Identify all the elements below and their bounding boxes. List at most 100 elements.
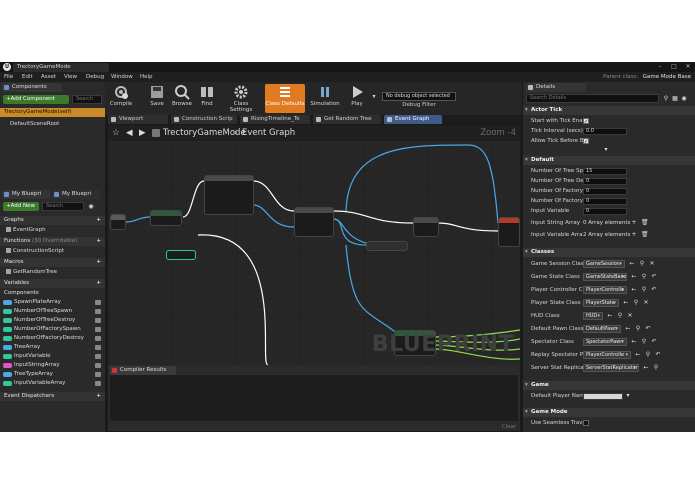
class-combo[interactable]: PlayerState xyxy=(583,299,619,307)
parent-class-value[interactable]: Game Mode Base xyxy=(643,74,691,80)
browse-arrow-icon[interactable]: ← xyxy=(623,300,629,306)
find-button[interactable]: Find xyxy=(197,84,217,113)
macro-item[interactable]: GetRandomTree xyxy=(0,268,105,277)
variable-item[interactable]: InputStringArray xyxy=(0,361,105,370)
component-root-item[interactable]: TrectoryGameMode(self) xyxy=(0,108,105,117)
reset-icon[interactable]: ↶ xyxy=(655,352,661,358)
search-icon[interactable]: ⚲ xyxy=(641,287,647,293)
compiler-results-tab[interactable]: Compiler Results xyxy=(110,366,176,375)
add-element-icon[interactable]: + xyxy=(631,232,637,238)
clear-icon[interactable]: ✕ xyxy=(643,300,649,306)
class-combo[interactable]: ServerStatReplicator xyxy=(583,364,639,372)
event-graph-item[interactable]: EventGraph xyxy=(0,226,105,235)
browse-arrow-icon[interactable]: ← xyxy=(631,287,637,293)
play-options-icon[interactable]: ▾ xyxy=(371,94,377,100)
menu-help[interactable]: Help xyxy=(140,73,153,81)
functions-section[interactable]: Functions (30 Overridable) + xyxy=(0,237,105,246)
document-tab[interactable]: TrectoryGameMode xyxy=(13,63,109,72)
add-function-icon[interactable]: + xyxy=(96,237,101,246)
graph-node[interactable] xyxy=(366,241,408,251)
components-tab[interactable]: Components xyxy=(2,83,62,92)
visibility-icon[interactable] xyxy=(95,363,101,368)
tab-rising-timeline[interactable]: RisingTimeline_Te xyxy=(240,115,310,124)
class-combo[interactable]: GameSession xyxy=(583,260,625,268)
class-settings-button[interactable]: Class Settings xyxy=(222,84,260,113)
default-category[interactable]: Default xyxy=(523,156,695,165)
components-subsection[interactable]: Components xyxy=(0,289,105,298)
variable-item[interactable]: InputVariable xyxy=(0,352,105,361)
close-icon[interactable]: ✕ xyxy=(681,62,695,72)
property-input[interactable]: 0 xyxy=(583,208,627,215)
simulation-button[interactable]: Simulation xyxy=(310,84,340,113)
variables-section[interactable]: Variables + xyxy=(0,279,105,288)
class-combo[interactable]: SpectatorPawn xyxy=(583,338,627,346)
visibility-icon[interactable] xyxy=(95,381,101,386)
add-graph-icon[interactable]: + xyxy=(96,216,101,225)
search-icon[interactable]: ⚲ xyxy=(639,261,645,267)
menu-asset[interactable]: Asset xyxy=(41,73,56,81)
compile-button[interactable]: Compile xyxy=(109,84,133,113)
macros-section[interactable]: Macros + xyxy=(0,258,105,267)
search-icon[interactable]: ⚲ xyxy=(633,300,639,306)
class-defaults-button[interactable]: Class Defaults xyxy=(265,84,305,113)
search-icon[interactable]: ⚲ xyxy=(663,96,669,102)
search-icon[interactable]: ⚲ xyxy=(641,274,647,280)
graph-node[interactable] xyxy=(150,210,182,226)
trash-icon[interactable]: 🗑 xyxy=(641,232,649,238)
clear-icon[interactable]: ✕ xyxy=(627,313,633,319)
menu-edit[interactable]: Edit xyxy=(22,73,33,81)
add-variable-icon[interactable]: + xyxy=(96,279,101,288)
visibility-icon[interactable] xyxy=(95,354,101,359)
reset-icon[interactable]: ↶ xyxy=(651,287,657,293)
reset-icon[interactable]: ↶ xyxy=(645,326,651,332)
my-blueprint-tab-2[interactable]: My Bluepri xyxy=(52,190,100,199)
add-element-icon[interactable]: + xyxy=(631,220,637,226)
clear-icon[interactable]: ✕ xyxy=(649,261,655,267)
minimize-icon[interactable]: – xyxy=(653,62,667,72)
actor-tick-category[interactable]: Actor Tick xyxy=(523,106,695,115)
variable-item[interactable]: TreeArray xyxy=(0,343,105,352)
use-seamless-checkbox[interactable] xyxy=(583,420,589,426)
visibility-icon[interactable] xyxy=(95,336,101,341)
details-search-input[interactable]: Search Details xyxy=(526,94,659,103)
tick-interval-input[interactable]: 0.0 xyxy=(583,128,627,135)
class-combo[interactable]: PlayerControlle xyxy=(583,286,627,294)
browse-arrow-icon[interactable]: ← xyxy=(643,365,649,371)
browse-arrow-icon[interactable]: ← xyxy=(631,339,637,345)
tab-construction-script[interactable]: Construction Scrip xyxy=(171,115,237,124)
search-icon[interactable]: ⚲ xyxy=(617,313,623,319)
component-default-scene-root[interactable]: DefaultSceneRoot xyxy=(0,120,105,129)
eye-icon[interactable]: ◉ xyxy=(681,96,687,102)
class-combo[interactable]: PlayerControlle xyxy=(583,351,631,359)
star-icon[interactable]: ☆ xyxy=(112,128,120,138)
variable-item[interactable]: TreeTypeArray xyxy=(0,370,105,379)
game-mode-category[interactable]: Game Mode xyxy=(523,408,695,417)
my-blueprint-search-input[interactable]: Search xyxy=(42,202,84,211)
expand-advanced-icon[interactable]: ▾ xyxy=(603,147,609,153)
tab-event-graph[interactable]: Event Graph xyxy=(384,115,442,124)
tab-get-random-tree[interactable]: Get Random Tree xyxy=(313,115,381,124)
clear-button[interactable]: Clear xyxy=(502,424,516,430)
visibility-icon[interactable] xyxy=(95,327,101,332)
components-search-input[interactable]: Search xyxy=(72,95,102,104)
reset-icon[interactable]: ↶ xyxy=(651,274,657,280)
browse-arrow-icon[interactable]: ← xyxy=(607,313,613,319)
visibility-icon[interactable] xyxy=(95,345,101,350)
classes-category[interactable]: Classes xyxy=(523,248,695,257)
property-input[interactable]: 0 xyxy=(583,178,627,185)
property-input[interactable]: 15 xyxy=(583,168,627,175)
browse-arrow-icon[interactable]: ← xyxy=(625,326,631,332)
start-with-tick-checkbox[interactable] xyxy=(583,117,589,127)
variable-item[interactable]: NumberOfFactorySpawn xyxy=(0,325,105,334)
search-icon[interactable]: ⚲ xyxy=(645,352,651,358)
menu-view[interactable]: View xyxy=(64,73,77,81)
default-player-name-input[interactable] xyxy=(583,393,623,400)
variable-item[interactable]: SpawnPlateArray xyxy=(0,298,105,307)
maximize-icon[interactable]: □ xyxy=(667,62,681,72)
event-dispatchers-section[interactable]: Event Dispatchers + xyxy=(0,392,105,401)
game-category[interactable]: Game xyxy=(523,381,695,390)
back-arrow-icon[interactable]: ◀ xyxy=(126,128,133,138)
save-button[interactable]: Save xyxy=(147,84,167,113)
variable-item[interactable]: InputVariableArray xyxy=(0,379,105,388)
browse-arrow-icon[interactable]: ← xyxy=(631,274,637,280)
